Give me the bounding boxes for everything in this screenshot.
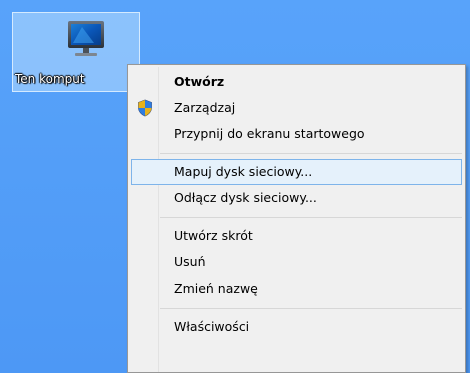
menu-separator — [160, 153, 462, 154]
menu-item-label: Zmień nazwę — [174, 281, 258, 296]
menu-item-pin-to-start[interactable]: Przypnij do ekranu startowego — [131, 121, 462, 147]
desktop[interactable]: Ten komput Otwórz Zarządzaj Przypnij do … — [0, 0, 470, 373]
menu-item-label: Zarządzaj — [174, 100, 236, 115]
this-pc-desktop-icon[interactable]: Ten komput — [12, 12, 140, 92]
menu-item-label: Usuń — [174, 254, 206, 269]
menu-item-label: Właściwości — [174, 319, 250, 334]
menu-separator — [160, 217, 462, 218]
menu-item-label: Przypnij do ekranu startowego — [174, 126, 365, 141]
menu-item-label: Odłącz dysk sieciowy... — [174, 190, 317, 205]
uac-shield-icon — [138, 99, 152, 117]
menu-item-delete[interactable]: Usuń — [131, 249, 462, 275]
menu-separator — [160, 308, 462, 309]
menu-item-create-shortcut[interactable]: Utwórz skrót — [131, 223, 462, 249]
menu-item-label: Otwórz — [174, 74, 225, 89]
menu-item-disconnect-network-drive[interactable]: Odłącz dysk sieciowy... — [131, 185, 462, 211]
computer-monitor-icon — [68, 21, 104, 56]
menu-item-label: Utwórz skrót — [174, 228, 253, 243]
menu-item-rename[interactable]: Zmień nazwę — [131, 276, 462, 302]
menu-item-properties[interactable]: Właściwości — [131, 314, 462, 340]
menu-item-manage[interactable]: Zarządzaj — [131, 95, 462, 121]
menu-item-open[interactable]: Otwórz — [131, 69, 462, 95]
desktop-icon-label: Ten komput — [15, 72, 85, 86]
menu-item-map-network-drive[interactable]: Mapuj dysk sieciowy... — [131, 159, 462, 185]
context-menu: Otwórz Zarządzaj Przypnij do ekranu star… — [127, 64, 466, 373]
menu-item-label: Mapuj dysk sieciowy... — [174, 164, 313, 179]
